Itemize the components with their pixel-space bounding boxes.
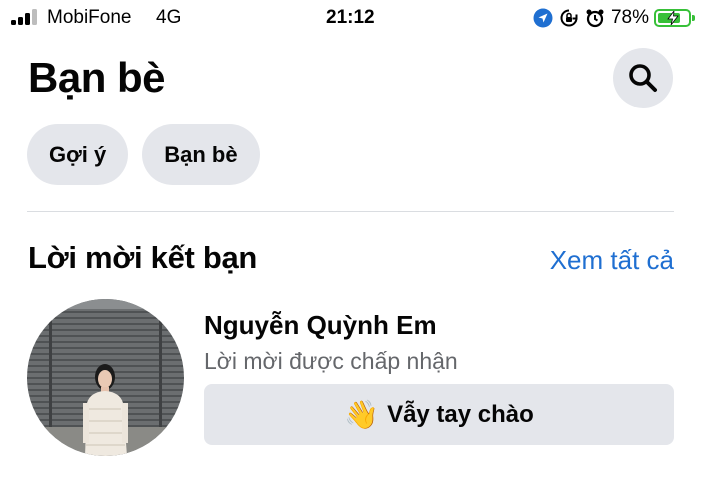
battery-percentage: 78% [610,7,649,28]
divider [27,211,674,212]
rotation-lock-icon [559,8,579,28]
status-icons: 78% [533,6,695,30]
friend-requests-heading: Lời mời kết bạn [28,240,258,275]
network-type: 4G [156,7,182,28]
carrier-name: MobiFone [47,7,132,28]
see-all-link[interactable]: Xem tất cả [550,245,674,276]
search-icon [629,64,657,92]
status-bar: MobiFone 4G 21:12 78% [0,0,701,36]
chip-friends[interactable]: Bạn bè [142,124,260,185]
friends-screen: MobiFone 4G 21:12 78% Bạn bè Gợi ý Bạn b… [0,0,701,480]
signal-strength-icon [11,9,41,25]
friend-name[interactable]: Nguyễn Quỳnh Em [204,310,437,341]
filter-chips: Gợi ý Bạn bè [27,124,274,185]
battery-charging-icon [654,9,695,27]
request-status: Lời mời được chấp nhận [204,348,458,374]
search-button[interactable] [613,48,673,108]
page-title: Bạn bè [28,54,166,101]
wave-button[interactable]: 👋 Vẫy tay chào [204,384,674,445]
avatar[interactable] [27,299,184,456]
location-arrow-icon [533,8,553,28]
alarm-icon [585,8,605,28]
status-time: 21:12 [326,7,375,28]
wave-button-label: Vẫy tay chào [387,400,534,428]
waving-hand-icon: 👋 [344,398,380,430]
chip-suggestions[interactable]: Gợi ý [27,124,129,185]
